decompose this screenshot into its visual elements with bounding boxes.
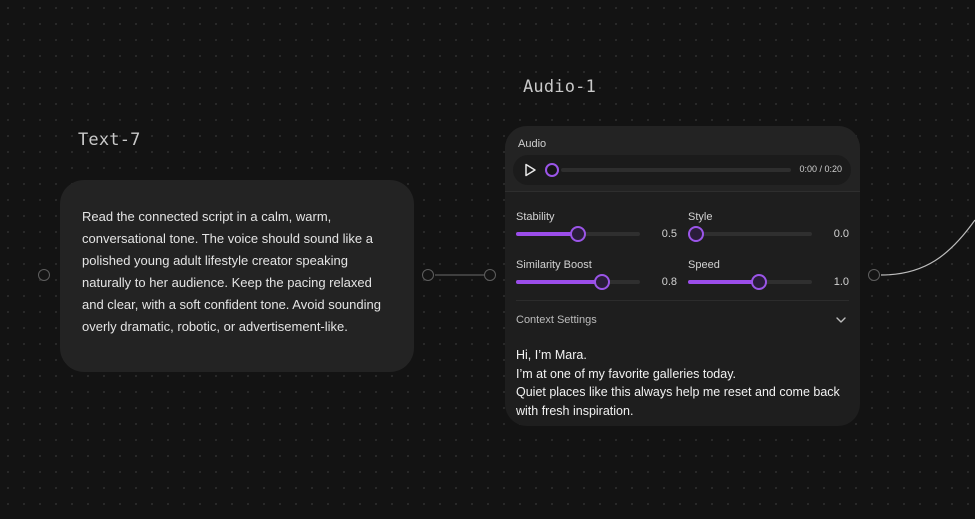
- context-divider: [516, 300, 849, 301]
- text-node-title: Text-7: [78, 130, 141, 150]
- similarity-boost-value: 0.8: [661, 276, 677, 288]
- speed-label: Speed: [688, 259, 720, 271]
- context-text: Hi, I’m Mara. I’m at one of my favorite …: [516, 346, 854, 420]
- speed-slider-fill: [688, 280, 760, 284]
- text-node-content: Read the connected script in a calm, war…: [82, 209, 381, 334]
- text-node-output-port[interactable]: [422, 269, 434, 281]
- context-line: I’m at one of my favorite galleries toda…: [516, 366, 737, 381]
- audio-node-title: Audio-1: [523, 77, 597, 97]
- audio-node-card: Audio 0:00 / 0:20 Stability 0.5 Style 0.…: [505, 126, 860, 426]
- audio-player: 0:00 / 0:20: [513, 155, 851, 185]
- wire-audio-output: [880, 219, 975, 276]
- context-settings-label[interactable]: Context Settings: [516, 314, 597, 326]
- audio-player-section: Audio 0:00 / 0:20: [505, 126, 860, 192]
- similarity-boost-slider-thumb[interactable]: [593, 274, 610, 290]
- stability-value: 0.5: [661, 228, 677, 240]
- speed-slider-thumb[interactable]: [750, 274, 767, 290]
- audio-label: Audio: [518, 138, 547, 150]
- text-node-card[interactable]: Read the connected script in a calm, war…: [60, 180, 414, 372]
- audio-time: 0:00 / 0:20: [799, 164, 842, 174]
- audio-progress-thumb[interactable]: [545, 163, 559, 177]
- context-line: Hi, I’m Mara.: [516, 348, 587, 362]
- context-line: Quiet places like this always help me re…: [516, 385, 840, 399]
- play-icon[interactable]: [522, 162, 538, 178]
- similarity-boost-slider[interactable]: [516, 274, 640, 290]
- style-slider-thumb[interactable]: [688, 226, 704, 242]
- audio-node-output-port[interactable]: [868, 269, 880, 281]
- context-line: with fresh inspiration.: [516, 403, 634, 418]
- chevron-down-icon[interactable]: [834, 313, 848, 327]
- stability-slider[interactable]: [516, 226, 640, 242]
- speed-slider[interactable]: [688, 274, 812, 290]
- similarity-boost-label: Similarity Boost: [516, 259, 592, 271]
- stability-slider-fill: [516, 232, 578, 236]
- stability-slider-thumb[interactable]: [570, 226, 586, 242]
- style-value: 0.0: [833, 228, 849, 240]
- similarity-boost-slider-fill: [516, 280, 606, 284]
- speed-value: 1.0: [833, 276, 849, 288]
- audio-node-input-port[interactable]: [484, 269, 496, 281]
- style-slider[interactable]: [688, 226, 812, 242]
- text-node-input-port[interactable]: [38, 269, 50, 281]
- audio-progress-track[interactable]: [561, 168, 791, 172]
- stability-label: Stability: [516, 211, 555, 223]
- style-label: Style: [688, 211, 713, 223]
